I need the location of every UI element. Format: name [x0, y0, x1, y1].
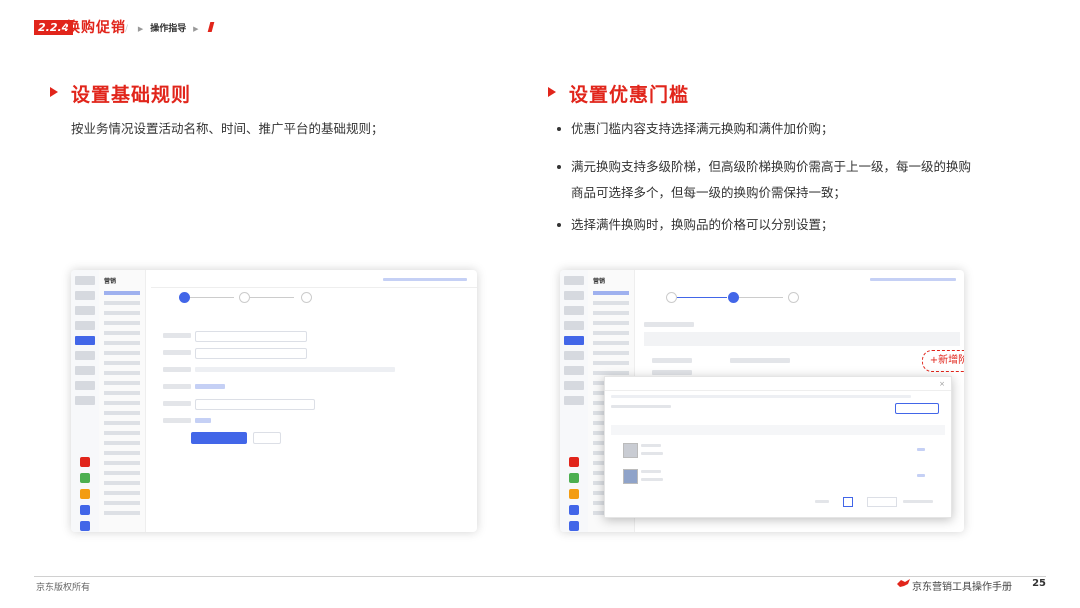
- breadcrumb-current: 操作指导: [150, 24, 187, 34]
- bullet-dot-icon: [557, 165, 561, 169]
- left-description: 按业务情况设置活动名称、时间、推广平台的基础规则；: [71, 121, 384, 136]
- section-title: 换购促销: [66, 20, 126, 36]
- step-2-indicator: [728, 292, 739, 303]
- step-1-indicator: [179, 292, 190, 303]
- bullet-dot-icon: [557, 127, 561, 131]
- close-icon: ×: [939, 380, 945, 388]
- batch-add-button: [895, 403, 939, 414]
- product-thumbnail: [623, 469, 638, 484]
- product-table-header: [611, 425, 945, 435]
- footer-copyright: 京东版权所有: [36, 583, 91, 593]
- step-2-indicator: [239, 292, 250, 303]
- bullet-item: 优惠门槛内容支持选择满元换购和满件加价购；: [557, 116, 1001, 142]
- screenshot-sidebar: [560, 270, 589, 532]
- screenshot-primary-button: [191, 432, 247, 444]
- left-heading: 设置基础规则: [71, 84, 192, 106]
- heading-marker-icon: [50, 87, 58, 97]
- bullet-text: 优惠门槛内容支持选择满元换购和满件加价购；: [571, 121, 834, 136]
- bullet-item: 满元换购支持多级阶梯，但高级阶梯换购价需高于上一级，每一级的换购商品可选择多个，…: [557, 154, 981, 206]
- screenshot-subnav: 营销: [99, 270, 146, 532]
- add-tier-button: +新增阶梯: [922, 350, 964, 372]
- screenshot-secondary-button: [253, 432, 281, 444]
- step-1-indicator: [666, 292, 677, 303]
- breadcrumb: / ▶ 操作指导 ▶: [122, 21, 215, 34]
- screenshot-sidebar: [71, 270, 100, 532]
- breadcrumb-end-mark: [208, 22, 215, 32]
- select-product-modal: ×: [604, 376, 952, 518]
- bullet-text: 选择满件换购时，换购品的价格可以分别设置；: [571, 217, 834, 232]
- jd-dog-logo-icon: [897, 579, 910, 587]
- threshold-screenshot: 营销 +新增阶梯 ×: [560, 270, 964, 532]
- step-3-indicator: [301, 292, 312, 303]
- table-row: [611, 465, 945, 489]
- product-thumbnail: [623, 443, 638, 458]
- screenshot-module-title: 营销: [593, 278, 606, 285]
- heading-marker-icon: [548, 87, 556, 97]
- bullet-dot-icon: [557, 223, 561, 227]
- right-heading: 设置优惠门槛: [569, 84, 690, 106]
- pagination: [815, 497, 935, 507]
- table-row: [611, 439, 945, 463]
- activity-name-input[interactable]: [195, 331, 307, 342]
- screenshot-module-title: 营销: [104, 278, 117, 285]
- footer-divider: [34, 576, 1046, 577]
- footer-manual-title: 京东营销工具操作手册: [912, 582, 1012, 593]
- activity-time-input[interactable]: [195, 348, 307, 359]
- page-number: 25: [1032, 578, 1046, 589]
- bullet-item: 选择满件换购时，换购品的价格可以分别设置；: [557, 212, 1001, 238]
- bullet-text: 满元换购支持多级阶梯，但高级阶梯换购价需高于上一级，每一级的换购商品可选择多个，…: [571, 159, 972, 200]
- basic-rules-screenshot: 营销: [71, 270, 477, 532]
- step-3-indicator: [788, 292, 799, 303]
- promo-link-input[interactable]: [195, 399, 315, 410]
